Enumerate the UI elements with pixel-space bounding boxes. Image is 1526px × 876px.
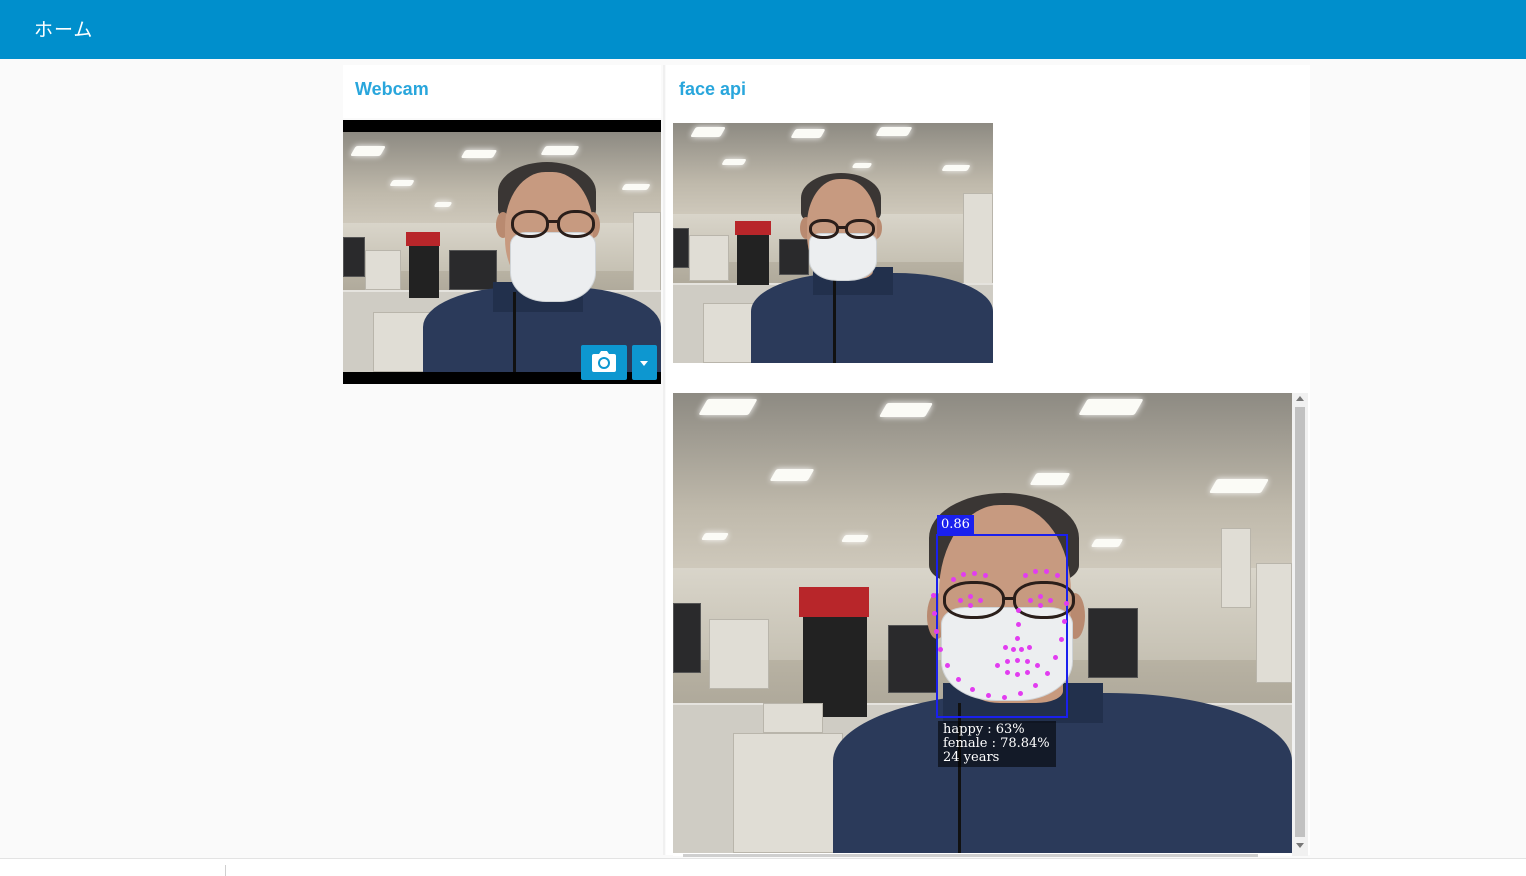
detection-attributes: happy : 63% female : 78.84% 24 years [938,721,1056,767]
caret-down-icon [640,361,648,366]
home-title[interactable]: ホーム [34,15,93,42]
horizontal-scrollbar[interactable] [683,854,1258,857]
faceapi-result-viewer[interactable]: 0.86 happy : 63% female : 78.84% 24 year… [673,393,1308,857]
detection-score: 0.86 [937,515,974,534]
scroll-up-arrow-icon[interactable] [1296,396,1304,401]
face-bounding-box [936,534,1068,718]
camera-icon [592,351,616,372]
vertical-scrollbar[interactable] [1292,393,1308,856]
captured-image [673,123,993,363]
expression-label: happy : 63% [943,722,1025,737]
webcam-panel-title: Webcam [355,79,429,99]
gender-label: female : 78.84% [943,736,1050,751]
age-label: 24 years [943,750,1000,765]
panel-divider [663,65,665,855]
capture-options-dropdown[interactable] [632,345,657,380]
footer-bar [0,858,1526,876]
capture-button[interactable] [581,345,627,380]
webcam-frame [343,132,661,372]
vertical-scroll-thumb[interactable] [1295,407,1305,837]
faceapi-panel-title: face api [679,79,747,99]
top-app-bar: ホーム [0,0,1526,59]
scroll-down-arrow-icon[interactable] [1296,843,1304,848]
footer-divider [225,865,226,876]
